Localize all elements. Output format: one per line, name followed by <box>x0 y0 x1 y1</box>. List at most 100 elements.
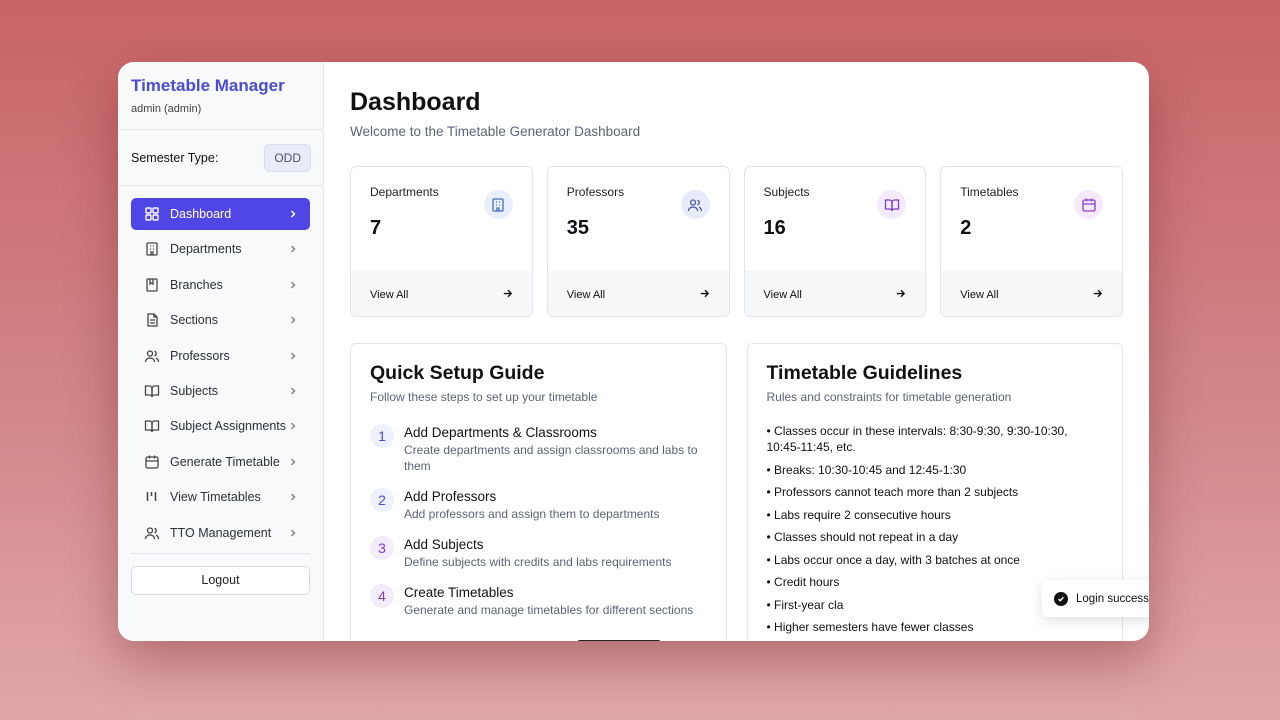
sidebar-item-label: Subject Assignments <box>170 419 287 434</box>
calendar-icon <box>1074 190 1103 219</box>
panel-title: Quick Setup Guide <box>370 362 545 384</box>
stat-value: 35 <box>566 217 589 239</box>
arrow-right-icon <box>895 288 906 302</box>
sidebar-item-sections[interactable]: Sections <box>131 304 310 336</box>
setup-step: 3 Add Subjects Define subjects with cred… <box>370 536 707 570</box>
book-open-icon <box>877 190 907 219</box>
step-description: Define subjects with credits and labs re… <box>404 555 672 569</box>
users-icon <box>144 348 160 364</box>
sidebar-item-subject-assignments[interactable]: Subject Assignments <box>131 410 310 442</box>
step-number: 4 <box>370 584 394 608</box>
step-description: Add professors and assign them to depart… <box>404 507 660 521</box>
sidebar-divider <box>131 552 310 554</box>
chevron-right-icon <box>288 457 298 467</box>
step-description: Create departments and assign classrooms… <box>404 443 698 473</box>
semester-type-select[interactable]: ODD <box>264 143 311 172</box>
book-open-icon <box>144 383 160 399</box>
sidebar: Timetable Manager admin (admin) Semester… <box>118 62 324 641</box>
sidebar-item-label: TTO Management <box>170 525 272 540</box>
sidebar-item-label: Professors <box>170 348 230 363</box>
chevron-right-icon <box>288 386 298 396</box>
panel-subtitle: Rules and constraints for timetable gene… <box>766 390 1012 404</box>
book-open-icon <box>144 418 160 434</box>
view-all-subjects-link[interactable]: View All <box>744 271 926 316</box>
stat-card-departments: Departments 7 View All <box>350 166 533 317</box>
sidebar-item-label: Branches <box>170 277 223 292</box>
arrow-right-icon <box>1092 288 1103 302</box>
check-circle-icon <box>1054 591 1068 606</box>
step-title: Add Professors <box>404 489 497 504</box>
guideline-item: • Classes should not repeat in a day <box>766 530 959 544</box>
brand: Timetable Manager admin (admin) <box>118 62 323 130</box>
sidebar-nav: Dashboard Departments Branches Sections … <box>118 186 323 549</box>
sidebar-item-label: Departments <box>170 242 242 257</box>
sidebar-item-label: Generate Timetable <box>170 454 280 469</box>
view-all-timetables-link[interactable]: View All <box>941 271 1122 316</box>
guideline-item: • Labs require 2 consecutive hours <box>766 507 951 522</box>
logout-button[interactable]: Logout <box>131 565 310 595</box>
chevron-right-icon <box>288 280 298 290</box>
semester-type: Semester Type: ODD <box>118 130 323 186</box>
stat-card-subjects: Subjects 16 View All <box>743 166 927 317</box>
chevron-right-icon <box>288 421 298 431</box>
guideline-item: • Breaks: 10:30-10:45 and 12:45-1:30 <box>766 462 967 477</box>
stat-card-timetables: Timetables 2 View All <box>940 166 1123 317</box>
page-title: Dashboard <box>350 88 481 116</box>
sidebar-item-branches[interactable]: Branches <box>131 269 310 301</box>
toast-notification: Login successful <box>1042 580 1149 617</box>
view-all-professors-link[interactable]: View All <box>547 271 729 316</box>
calendar-icon <box>144 454 160 470</box>
panel-title: Timetable Guidelines <box>766 362 963 384</box>
guideline-item: • Professors cannot teach more than 2 su… <box>766 485 1019 499</box>
sidebar-item-tto-management[interactable]: TTO Management <box>131 517 310 549</box>
semester-type-label: Semester Type: <box>131 150 219 165</box>
stats-row: Departments 7 View All Professors 35 Vie… <box>350 166 1123 317</box>
sidebar-item-dashboard[interactable]: Dashboard <box>131 198 310 230</box>
chevron-right-icon <box>288 315 298 325</box>
users-icon <box>680 190 710 219</box>
sidebar-item-label: Subjects <box>170 383 218 398</box>
setup-steps: 1 Add Departments & Classrooms Create de… <box>370 424 707 618</box>
sidebar-item-generate-timetable[interactable]: Generate Timetable <box>131 446 310 478</box>
step-number: 2 <box>370 488 394 512</box>
step-title: Create Timetables <box>404 585 514 600</box>
view-all-label: View All <box>370 288 409 301</box>
step-number: 1 <box>370 424 394 448</box>
step-title: Add Subjects <box>404 537 484 552</box>
view-all-label: View All <box>566 288 606 301</box>
view-all-label: View All <box>960 288 999 301</box>
chevron-right-icon <box>288 209 298 219</box>
sidebar-item-label: Dashboard <box>170 207 232 221</box>
chevron-right-icon <box>288 492 298 502</box>
stat-value: 7 <box>370 217 382 239</box>
setup-step: 4 Create Timetables Generate and manage … <box>370 584 707 618</box>
sidebar-item-professors[interactable]: Professors <box>131 340 310 372</box>
sidebar-item-subjects[interactable]: Subjects <box>131 375 310 407</box>
chevron-right-icon <box>288 351 298 361</box>
building-icon <box>144 241 160 257</box>
document-icon <box>144 312 160 328</box>
setup-step: 1 Add Departments & Classrooms Create de… <box>370 424 707 474</box>
main-content: Dashboard Welcome to the Timetable Gener… <box>324 62 1149 641</box>
guideline-item: • Classes occur in these intervals: 8:30… <box>766 424 1068 454</box>
view-all-label: View All <box>763 288 802 301</box>
users-icon <box>144 525 160 541</box>
step-description: Generate and manage timetables for diffe… <box>404 603 694 617</box>
stat-card-professors: Professors 35 View All <box>546 166 730 317</box>
sidebar-item-view-timetables[interactable]: View Timetables <box>131 481 310 513</box>
stat-value: 2 <box>960 217 972 239</box>
sidebar-item-departments[interactable]: Departments <box>131 233 310 265</box>
guideline-item: • Labs occur once a day, with 3 batches … <box>766 552 1020 567</box>
columns-icon <box>144 489 160 505</box>
page-subtitle: Welcome to the Timetable Generator Dashb… <box>350 124 641 139</box>
app-title: Timetable Manager <box>131 76 285 95</box>
chevron-right-icon <box>288 528 298 538</box>
view-all-departments-link[interactable]: View All <box>351 271 532 316</box>
stat-value: 16 <box>763 217 786 239</box>
step-title: Add Departments & Classrooms <box>404 425 597 440</box>
guideline-item: • Higher semesters have fewer classes <box>766 620 974 634</box>
app-window: Timetable Manager admin (admin) Semester… <box>118 62 1149 641</box>
sidebar-item-label: Sections <box>170 313 218 328</box>
grid-icon <box>144 206 160 222</box>
setup-action-button[interactable] <box>576 640 662 641</box>
